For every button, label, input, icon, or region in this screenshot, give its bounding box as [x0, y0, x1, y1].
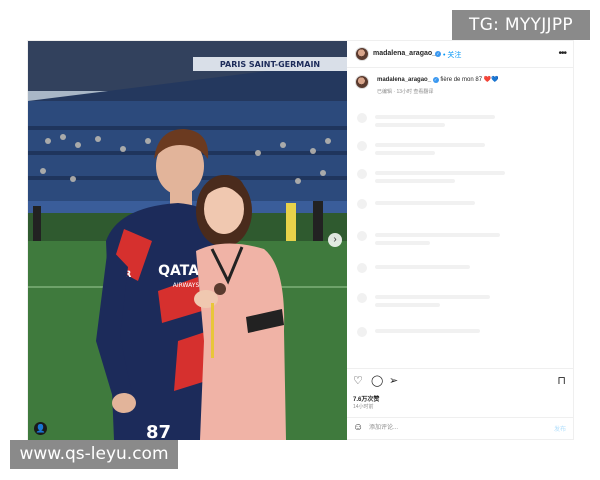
verified-badge-icon: ✓ [435, 51, 441, 57]
more-options-icon[interactable]: ••• [558, 48, 566, 59]
post-date: 14小时前 [353, 404, 374, 410]
post-header: madalena_aragao_ ✓ • 关注 ••• [347, 41, 574, 68]
comment-avatar-placeholder [357, 113, 367, 123]
comment-bubble-icon[interactable]: ◯ [371, 376, 383, 387]
post-photo[interactable]: PARIS SAINT-GERMAIN QATAR AIRWAYS 87 › 👤 [28, 41, 347, 440]
comment-input[interactable] [369, 422, 519, 434]
comment-avatar-placeholder [357, 293, 367, 303]
comment-avatar-placeholder [357, 327, 367, 337]
watermark-bottom: www.qs-leyu.com [10, 440, 178, 469]
add-comment-bar: ☺ 发布 [347, 417, 574, 440]
comment-avatar-placeholder [357, 231, 367, 241]
comment-placeholder-line [375, 201, 475, 205]
post-comment-button[interactable]: 发布 [554, 424, 566, 433]
comment-placeholder-line [375, 265, 470, 269]
comment-placeholder-line [375, 233, 500, 237]
post-sidebar: madalena_aragao_ ✓ • 关注 ••• madalena_ara… [347, 41, 574, 440]
header-username[interactable]: madalena_aragao_ [373, 50, 436, 57]
comment-avatar-placeholder [357, 141, 367, 151]
caption: madalena_aragao_ ✓ fière de mon 87 ❤️💙 已… [347, 71, 574, 101]
next-image-arrow[interactable]: › [328, 233, 342, 247]
watermark-top: TG: MYYJJPP [452, 10, 590, 40]
comment-placeholder-line [375, 303, 440, 307]
caption-avatar[interactable] [355, 75, 369, 89]
comment-placeholder-line [375, 171, 505, 175]
comment-placeholder-line [375, 143, 485, 147]
comment-placeholder-line [375, 123, 445, 127]
comment-placeholder-line [375, 179, 455, 183]
caption-verified-icon: ✓ [432, 77, 439, 83]
caption-hearts: ❤️💙 [483, 77, 499, 83]
comment-avatar-placeholder [357, 263, 367, 273]
follow-button[interactable]: • 关注 [443, 50, 461, 60]
comment-avatar-placeholder [357, 169, 367, 179]
like-heart-icon[interactable]: ♡ [353, 376, 363, 387]
emoji-icon[interactable]: ☺ [353, 423, 363, 433]
caption-line: madalena_aragao_ ✓ fière de mon 87 ❤️💙 [377, 76, 499, 83]
caption-text: fière de mon 87 [440, 77, 483, 83]
share-paper-plane-icon[interactable]: ➢ [389, 376, 398, 387]
jersey-sponsor-sub: AIRWAYS [173, 282, 200, 289]
likes-count[interactable]: 7.6万次赞 [353, 394, 379, 403]
caption-username[interactable]: madalena_aragao_ [377, 77, 431, 83]
comment-placeholder-line [375, 295, 490, 299]
stadium-sign: PARIS SAINT-GERMAIN [220, 60, 320, 69]
action-bar: ♡ ◯ ➢ ⊓ 7.6万次赞 14小时前 [347, 368, 574, 413]
bookmark-icon[interactable]: ⊓ [557, 376, 566, 387]
comment-placeholder-line [375, 329, 480, 333]
instagram-post: PARIS SAINT-GERMAIN QATAR AIRWAYS 87 › 👤… [27, 40, 574, 440]
user-tag-icon[interactable]: 👤 [34, 422, 47, 435]
avatar[interactable] [355, 47, 369, 61]
caption-meta[interactable]: 已编辑 · 13小时 查看翻译 [377, 88, 433, 95]
comment-placeholder-line [375, 115, 495, 119]
comment-placeholder-line [375, 241, 430, 245]
comment-avatar-placeholder [357, 199, 367, 209]
photo-illustration: PARIS SAINT-GERMAIN QATAR AIRWAYS 87 [28, 41, 347, 440]
jersey-number: 87 [146, 422, 171, 440]
comment-placeholder-line [375, 151, 435, 155]
